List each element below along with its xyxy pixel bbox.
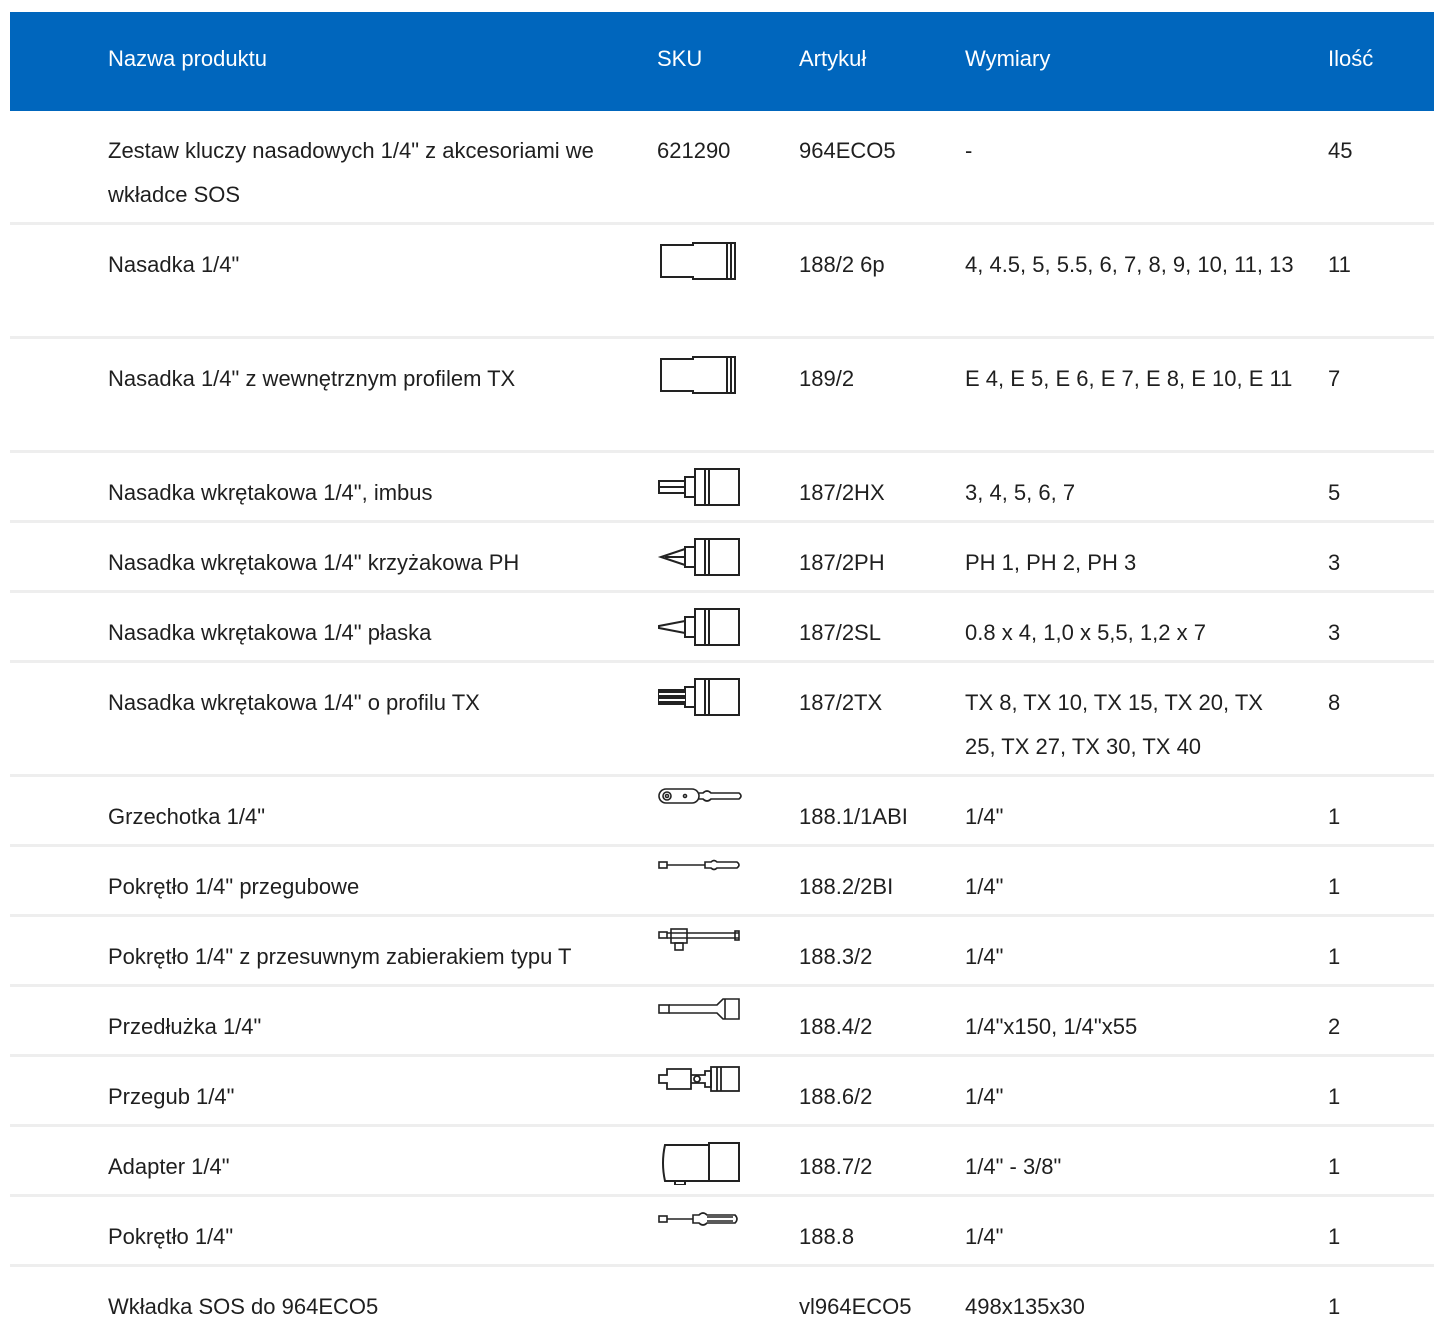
table-row: Pokrętło 1/4" 188.8 1/4" 1 xyxy=(10,1197,1434,1267)
table-row: Wkładka SOS do 964ECO5 vl964ECO5 498x135… xyxy=(10,1267,1434,1337)
product-name: Nasadka wkrętakowa 1/4" o profilu TX xyxy=(108,690,480,715)
product-name: Przedłużka 1/4" xyxy=(108,1014,262,1039)
product-dimensions: E 4, E 5, E 6, E 7, E 8, E 10, E 11 xyxy=(965,366,1293,391)
product-qty: 1 xyxy=(1328,1294,1341,1319)
product-article: 187/2PH xyxy=(799,550,885,575)
product-article: 189/2 xyxy=(799,366,855,391)
slotted-bit-socket-icon xyxy=(655,603,745,651)
product-qty: 1 xyxy=(1328,1084,1341,1109)
table-row: Nasadka wkrętakowa 1/4" o profilu TX 187… xyxy=(10,663,1434,777)
table-row: Przegub 1/4" 188.6/2 1/4" 1 xyxy=(10,1057,1434,1127)
table-header: Nazwa produktu SKU Artykuł Wymiary Ilość xyxy=(10,12,1434,111)
product-name: Grzechotka 1/4" xyxy=(108,804,265,829)
product-name: Nasadka wkrętakowa 1/4", imbus xyxy=(108,480,433,505)
product-dimensions: 1/4"x150, 1/4"x55 xyxy=(965,1014,1138,1039)
header-dimensions: Wymiary xyxy=(965,46,1051,71)
product-name: Wkładka SOS do 964ECO5 xyxy=(108,1294,379,1319)
product-name: Przegub 1/4" xyxy=(108,1084,235,1109)
product-name: Nasadka wkrętakowa 1/4" krzyżakowa PH xyxy=(108,550,520,575)
phillips-bit-socket-icon xyxy=(655,533,745,581)
product-qty: 8 xyxy=(1328,690,1341,715)
product-qty: 3 xyxy=(1328,620,1341,645)
product-article: 188.4/2 xyxy=(799,1014,873,1039)
ratchet-icon xyxy=(655,777,745,825)
header-qty: Ilość xyxy=(1328,46,1374,71)
table-row: Nasadka wkrętakowa 1/4", imbus 187/2HX 3… xyxy=(10,453,1434,523)
product-dimensions: 1/4" xyxy=(965,804,1004,829)
product-dimensions: 1/4" xyxy=(965,1084,1004,1109)
extension-bar-icon xyxy=(655,987,745,1035)
table-row: Adapter 1/4" 188.7/2 1/4" - 3/8" 1 xyxy=(10,1127,1434,1197)
product-dimensions: 1/4" xyxy=(965,1224,1004,1249)
table-row: Zestaw kluczy nasadowych 1/4" z akcesori… xyxy=(10,111,1434,225)
header-sku: SKU xyxy=(657,46,703,71)
product-sku: 621290 xyxy=(657,138,731,163)
product-article: 187/2HX xyxy=(799,480,885,505)
product-qty: 7 xyxy=(1328,366,1341,391)
product-qty: 1 xyxy=(1328,1154,1341,1179)
t-handle-icon xyxy=(655,917,745,965)
product-article: vl964ECO5 xyxy=(799,1294,912,1319)
product-qty: 45 xyxy=(1328,138,1353,163)
product-qty: 1 xyxy=(1328,804,1341,829)
table-row: Nasadka 1/4" z wewnętrznym profilem TX 1… xyxy=(10,339,1434,453)
table-row: Nasadka wkrętakowa 1/4" krzyżakowa PH 18… xyxy=(10,523,1434,593)
table-row: Grzechotka 1/4" 188.1/1ABI 1/4" 1 xyxy=(10,777,1434,847)
table-row: Pokrętło 1/4" z przesuwnym zabierakiem t… xyxy=(10,917,1434,987)
product-dimensions: 1/4" xyxy=(965,944,1004,969)
header-article: Artykuł xyxy=(799,46,867,71)
product-qty: 3 xyxy=(1328,550,1341,575)
product-article: 964ECO5 xyxy=(799,138,896,163)
hex-bit-socket-icon xyxy=(655,463,745,511)
product-name: Nasadka wkrętakowa 1/4" płaska xyxy=(108,620,432,645)
product-dimensions: 4, 4.5, 5, 5.5, 6, 7, 8, 9, 10, 11, 13 xyxy=(965,252,1294,277)
product-name: Nasadka 1/4" z wewnętrznym profilem TX xyxy=(108,366,516,391)
product-dimensions: 0.8 x 4, 1,0 x 5,5, 1,2 x 7 xyxy=(965,620,1206,645)
product-qty: 11 xyxy=(1328,252,1351,277)
product-article: 187/2SL xyxy=(799,620,881,645)
product-article: 188.7/2 xyxy=(799,1154,873,1179)
table-row: Przedłużka 1/4" 188.4/2 1/4"x150, 1/4"x5… xyxy=(10,987,1434,1057)
product-name: Nasadka 1/4" xyxy=(108,252,240,277)
product-table: Nazwa produktu SKU Artykuł Wymiary Ilość… xyxy=(10,12,1434,1337)
product-qty: 2 xyxy=(1328,1014,1341,1039)
adapter-icon xyxy=(655,1137,745,1185)
product-dimensions: 498x135x30 xyxy=(965,1294,1085,1319)
product-name: Adapter 1/4" xyxy=(108,1154,230,1179)
product-dimensions: 3, 4, 5, 6, 7 xyxy=(965,480,1076,505)
table-row: Nasadka 1/4" 188/2 6p 4, 4.5, 5, 5.5, 6,… xyxy=(10,225,1434,339)
universal-joint-icon xyxy=(655,1057,745,1105)
product-name: Pokrętło 1/4" xyxy=(108,1224,234,1249)
product-dimensions: 1/4" xyxy=(965,874,1004,899)
product-name: Pokrętło 1/4" z przesuwnym zabierakiem t… xyxy=(108,944,572,969)
product-qty: 5 xyxy=(1328,480,1341,505)
product-dimensions: 1/4" - 3/8" xyxy=(965,1154,1062,1179)
table-row: Nasadka wkrętakowa 1/4" płaska 187/2SL 0… xyxy=(10,593,1434,663)
header-name: Nazwa produktu xyxy=(108,46,267,71)
product-article: 188.8 xyxy=(799,1224,855,1249)
flex-handle-icon xyxy=(655,847,745,895)
product-name: Zestaw kluczy nasadowych 1/4" z akcesori… xyxy=(108,138,594,207)
socket-icon xyxy=(655,235,745,283)
product-article: 188.1/1ABI xyxy=(799,804,908,829)
product-article: 188.3/2 xyxy=(799,944,873,969)
product-qty: 1 xyxy=(1328,944,1341,969)
product-article: 188.2/2BI xyxy=(799,874,894,899)
product-dimensions: PH 1, PH 2, PH 3 xyxy=(965,550,1137,575)
product-article: 188/2 6p xyxy=(799,252,885,277)
product-article: 187/2TX xyxy=(799,690,883,715)
torx-bit-socket-icon xyxy=(655,673,745,721)
product-name: Pokrętło 1/4" przegubowe xyxy=(108,874,360,899)
product-article: 188.6/2 xyxy=(799,1084,873,1109)
socket-tx-icon xyxy=(655,349,745,397)
product-dimensions: - xyxy=(965,138,973,163)
product-qty: 1 xyxy=(1328,874,1341,899)
product-qty: 1 xyxy=(1328,1224,1341,1249)
screwdriver-handle-icon xyxy=(655,1197,745,1245)
table-row: Pokrętło 1/4" przegubowe 188.2/2BI 1/4" … xyxy=(10,847,1434,917)
product-dimensions: TX 8, TX 10, TX 15, TX 20, TX 25, TX 27,… xyxy=(965,690,1263,759)
